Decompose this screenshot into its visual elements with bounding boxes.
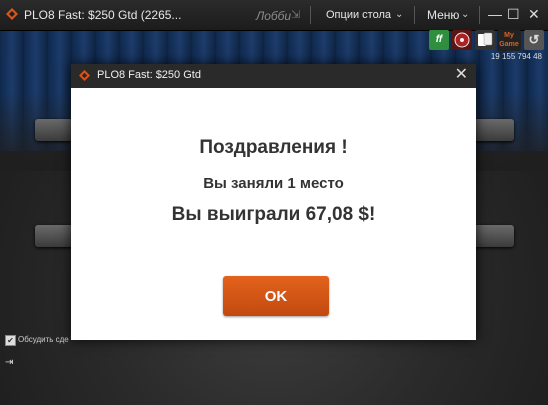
- titlebar-divider: [479, 6, 480, 24]
- lobby-button[interactable]: Лобби: [256, 9, 291, 23]
- cards-icon[interactable]: [475, 30, 495, 50]
- menu-button[interactable]: Меню: [427, 8, 459, 22]
- congratulations-dialog: PLO8 Fast: $250 Gtd ✕ Поздравления ! Вы …: [71, 64, 476, 340]
- winnings-text: Вы выиграли 67,08 $!: [171, 204, 376, 225]
- balance-readout: 19 155 794 48: [490, 52, 542, 61]
- seat-plate: [470, 119, 514, 141]
- window-titlebar: PLO8 Fast: $250 Gtd (2265... Лобби ⇲ Опц…: [0, 0, 548, 31]
- chevron-down-icon: ⌄: [395, 9, 404, 20]
- table-options-button[interactable]: Опции стола: [326, 9, 391, 21]
- lobby-arrow-icon: ⇲: [291, 9, 301, 21]
- titlebar-divider: [310, 6, 311, 24]
- maximize-button[interactable]: ☐: [507, 6, 520, 22]
- window-title: PLO8 Fast: $250 Gtd (2265...: [24, 8, 182, 22]
- dialog-heading: Поздравления !: [199, 137, 348, 158]
- dialog-close-button[interactable]: ✕: [455, 67, 468, 83]
- ok-button[interactable]: OK: [223, 276, 329, 316]
- chat-option-label: Обсудить сде: [18, 335, 69, 344]
- finish-place-text: Вы заняли 1 место: [203, 175, 344, 192]
- titlebar-divider: [414, 6, 415, 24]
- close-window-button[interactable]: ✕: [528, 6, 540, 22]
- chat-option-checkbox[interactable]: ✔: [5, 335, 16, 346]
- poker-diamond-icon: [6, 8, 18, 20]
- seat-plate: [470, 225, 514, 247]
- minimize-button[interactable]: —: [488, 6, 502, 22]
- refresh-icon[interactable]: ↺: [524, 30, 544, 50]
- chevron-down-icon: ⌄: [461, 9, 470, 20]
- fast-fold-icon[interactable]: ff: [429, 30, 449, 50]
- leave-table-icon[interactable]: ⇥: [5, 357, 13, 368]
- roulette-icon[interactable]: [452, 30, 472, 50]
- dialog-header: PLO8 Fast: $250 Gtd ✕: [71, 64, 476, 88]
- my-game-icon[interactable]: My Game: [497, 30, 521, 51]
- poker-diamond-icon: [79, 70, 90, 81]
- dialog-title: PLO8 Fast: $250 Gtd: [97, 69, 201, 81]
